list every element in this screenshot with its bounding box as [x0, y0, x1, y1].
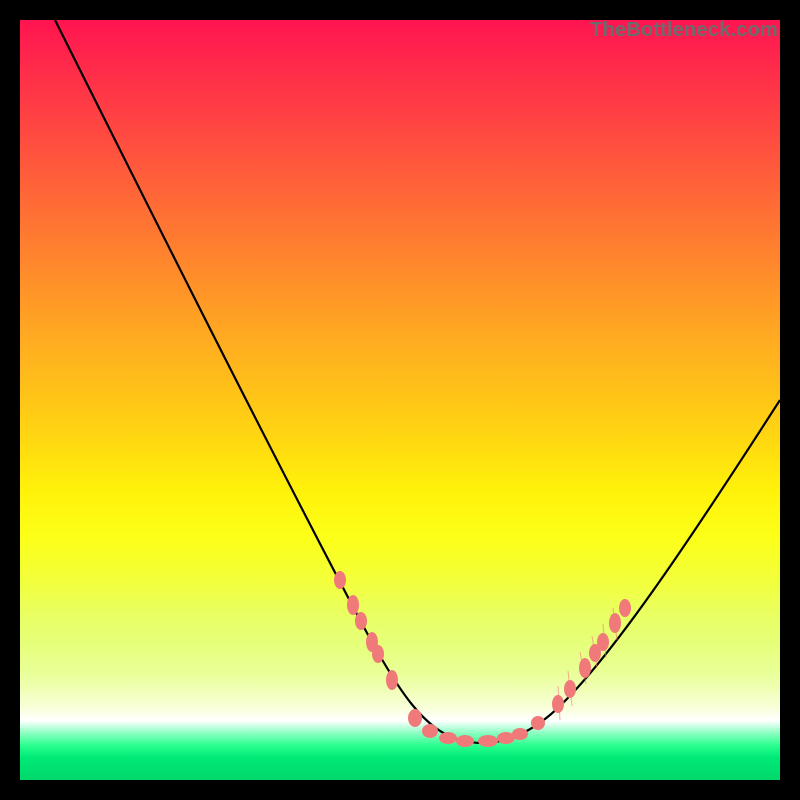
plot-area	[20, 20, 780, 780]
chart-frame: TheBottleneck.com	[20, 20, 780, 780]
curve-markers	[334, 571, 631, 747]
chart-svg	[20, 20, 780, 780]
bottleneck-curve	[55, 20, 780, 743]
